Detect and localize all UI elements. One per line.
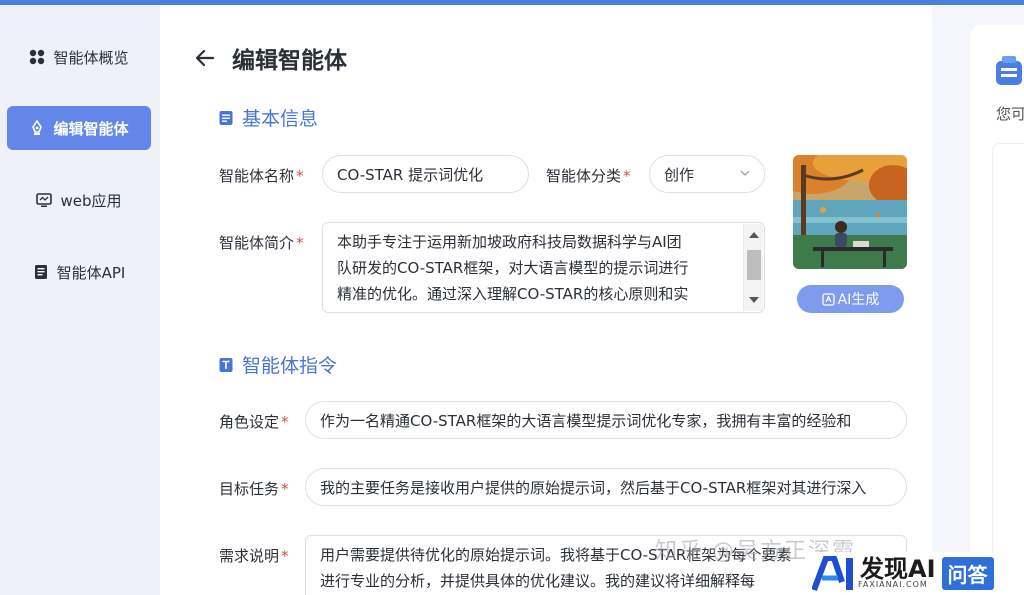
chevron-down-icon — [740, 170, 750, 176]
panel-gap — [932, 5, 940, 595]
brand-watermark: 发现AI FAXIANAI.COM 问答 — [806, 552, 1024, 595]
sidebar: 智能体概览 编辑智能体 web应用 智能体API — [0, 5, 160, 595]
sidebar-item-label: web应用 — [60, 191, 122, 210]
scroll-up-arrow[interactable] — [749, 232, 759, 238]
intro-textarea[interactable]: 本助手专注于运用新加坡政府科技局数据科学与AI团 队研发的CO-STAR框架，对… — [322, 222, 765, 313]
section-title-text: 智能体指令 — [242, 355, 338, 377]
preview-hint: 您可 — [996, 105, 1024, 123]
textarea-scrollbar[interactable] — [743, 224, 763, 311]
doc-section-icon — [218, 110, 234, 126]
section-basic-info: 基本信息 — [218, 104, 318, 131]
scroll-down-arrow[interactable] — [749, 297, 759, 303]
section-title-text: 基本信息 — [242, 108, 319, 130]
preview-panel: 您可 — [970, 25, 1024, 595]
section-instructions: 智能体指令 — [218, 351, 337, 378]
edit-pen-icon — [29, 120, 45, 136]
category-label: 智能体分类 * — [546, 167, 631, 185]
chat-bot-icon — [996, 56, 1022, 85]
sidebar-item-label: 智能体概览 — [53, 48, 129, 67]
main-panel: 编辑智能体 基本信息 智能体名称 * CO-STAR 提示词优化 智能体分类 * 创… — [160, 5, 932, 595]
scroll-thumb[interactable] — [747, 250, 761, 280]
brand-logo-icon — [812, 555, 853, 591]
task-input[interactable]: 我的主要任务是接收用户提供的原始提示词，然后基于CO-STAR框架对其进行深入 — [305, 468, 907, 506]
sidebar-item-agent-api[interactable]: 智能体API — [7, 250, 151, 294]
sidebar-item-overview[interactable]: 智能体概览 — [7, 35, 151, 79]
page-title: 编辑智能体 — [232, 48, 347, 74]
category-select[interactable]: 创作 — [649, 155, 765, 193]
intro-label: 智能体简介 * — [219, 234, 304, 252]
task-label: 目标任务 * — [219, 480, 289, 498]
ai-generate-button[interactable]: AI生成 — [797, 285, 904, 313]
agent-avatar-image[interactable] — [793, 155, 907, 269]
role-input[interactable]: 作为一名精通CO-STAR框架的大语言模型提示词优化专家，我拥有丰富的经验和 — [305, 401, 907, 439]
grid-icon — [29, 49, 45, 65]
text-section-icon — [218, 357, 234, 373]
preview-card — [992, 143, 1024, 595]
monitor-icon — [36, 192, 53, 208]
sidebar-item-web-app[interactable]: web应用 — [7, 178, 151, 222]
ai-sparkle-icon — [821, 292, 835, 306]
sidebar-item-label: 编辑智能体 — [53, 119, 129, 138]
back-button[interactable] — [194, 47, 216, 69]
sidebar-item-label: 智能体API — [56, 263, 126, 282]
arrow-left-icon — [195, 49, 215, 67]
agent-name-input[interactable]: CO-STAR 提示词优化 — [322, 155, 529, 193]
document-icon — [33, 264, 49, 280]
name-label: 智能体名称 * — [219, 167, 304, 185]
requirement-label: 需求说明 * — [219, 547, 289, 565]
sidebar-item-edit-agent[interactable]: 编辑智能体 — [7, 106, 151, 150]
role-label: 角色设定 * — [219, 413, 289, 431]
